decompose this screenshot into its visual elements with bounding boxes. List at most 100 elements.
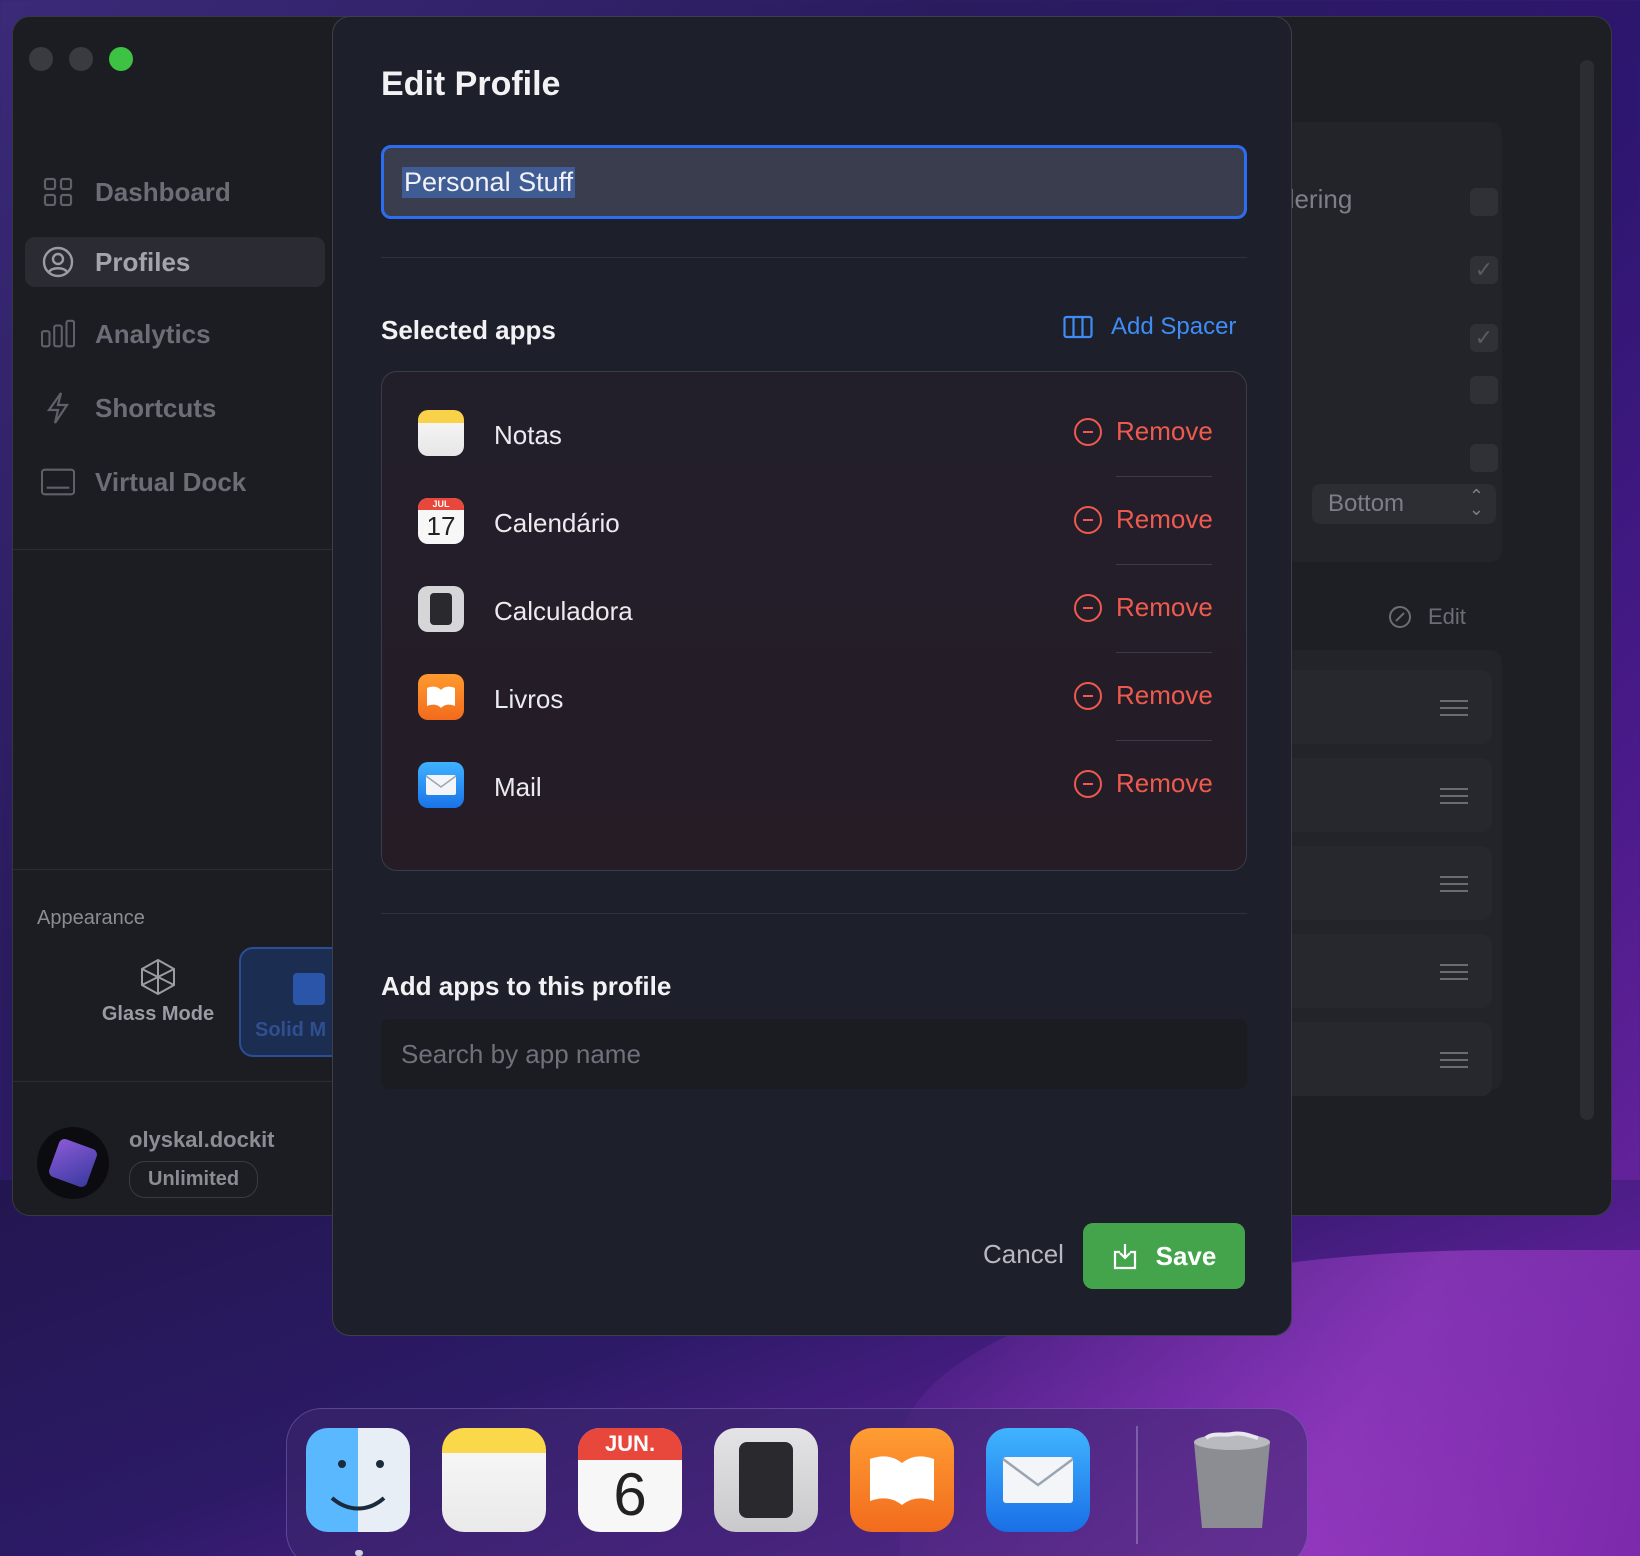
finder-icon[interactable] — [306, 1428, 410, 1532]
close-window-button[interactable] — [29, 47, 53, 71]
list-item: Notas Remove — [382, 390, 1248, 478]
grid-icon — [41, 175, 75, 209]
username: olyskal.dockit — [129, 1127, 275, 1152]
row-divider — [1116, 564, 1212, 565]
row-divider — [1116, 652, 1212, 653]
sidebar-item-virtual-dock[interactable]: Virtual Dock — [25, 457, 325, 507]
bolt-icon — [41, 391, 75, 425]
checkbox[interactable] — [1470, 376, 1498, 404]
sidebar-item-profiles[interactable]: Profiles — [25, 237, 325, 287]
edit-list-button[interactable]: Edit — [1389, 604, 1466, 630]
list-item: JUL 17 Calendário Remove — [382, 478, 1248, 566]
checkbox[interactable]: ✓ — [1470, 324, 1498, 352]
calculator-icon — [418, 586, 464, 632]
save-button[interactable]: Save — [1083, 1223, 1245, 1289]
remove-label: Remove — [1116, 416, 1213, 446]
sidebar-item-shortcuts[interactable]: Shortcuts — [25, 383, 325, 433]
calendar-month: JUN. — [578, 1428, 682, 1460]
drag-handle-icon[interactable] — [1440, 964, 1468, 985]
drag-handle-icon[interactable] — [1440, 1052, 1468, 1073]
minus-circle-icon — [1074, 769, 1102, 798]
add-spacer-label: Add Spacer — [1111, 313, 1237, 340]
books-icon — [418, 674, 464, 720]
checkbox[interactable] — [1470, 188, 1498, 216]
remove-label: Remove — [1116, 592, 1213, 622]
checkmark-icon: ✓ — [1474, 257, 1494, 282]
square-icon — [293, 973, 325, 1005]
calendar-month: JUL — [418, 498, 464, 510]
minus-circle-icon — [1074, 593, 1102, 622]
divider — [381, 913, 1247, 914]
remove-label: Remove — [1116, 504, 1213, 534]
glass-mode-option[interactable]: Glass Mode — [83, 957, 233, 1026]
app-name: Calendário — [494, 508, 620, 538]
drag-handle-icon[interactable] — [1440, 788, 1468, 809]
sidebar: Dashboard Profiles Analytics Shortcuts V… — [13, 17, 359, 1215]
dock-position-select[interactable]: Bottom ⌃ ⌄ — [1312, 484, 1496, 524]
edit-profile-dialog: Edit Profile Personal Stuff Selected app… — [332, 16, 1292, 1336]
sidebar-item-label: Analytics — [95, 318, 211, 349]
books-icon[interactable] — [850, 1428, 954, 1532]
download-tray-icon — [1113, 1244, 1136, 1270]
row-divider — [1116, 740, 1212, 741]
app-name: Notas — [494, 420, 562, 450]
remove-label: Remove — [1116, 680, 1213, 710]
sidebar-item-label: Profiles — [95, 246, 191, 277]
checkmark-icon: ✓ — [1474, 325, 1494, 350]
calendar-icon: JUL 17 — [418, 498, 464, 544]
chevron-updown-icon: ⌃ ⌄ — [1468, 486, 1484, 519]
sidebar-item-label: Shortcuts — [95, 392, 217, 423]
app-name: Calculadora — [494, 596, 633, 626]
checkbox[interactable]: ✓ — [1470, 256, 1498, 284]
minimize-window-button[interactable] — [69, 47, 93, 71]
checkbox[interactable] — [1470, 444, 1498, 472]
dock-icon — [41, 465, 75, 499]
drag-handle-icon[interactable] — [1440, 876, 1468, 897]
notes-icon — [418, 410, 464, 456]
sidebar-item-dashboard[interactable]: Dashboard — [25, 167, 325, 217]
profile-name-value: Personal Stuff — [402, 166, 576, 198]
remove-button[interactable]: Remove — [1074, 416, 1213, 447]
mail-icon — [418, 762, 464, 808]
divider — [381, 257, 1247, 258]
glass-mode-label: Glass Mode — [101, 1003, 215, 1025]
remove-button[interactable]: Remove — [1074, 504, 1213, 535]
dock-separator — [1136, 1426, 1138, 1544]
trash-icon[interactable] — [1180, 1428, 1284, 1532]
remove-button[interactable]: Remove — [1074, 768, 1213, 799]
app-search-input[interactable] — [381, 1019, 1247, 1089]
list-item: Calculadora Remove — [382, 566, 1248, 654]
edit-label: Edit — [1428, 604, 1466, 629]
add-apps-title: Add apps to this profile — [381, 971, 672, 1001]
calendar-icon[interactable]: JUN. 6 — [578, 1428, 682, 1532]
list-item: Livros Remove — [382, 654, 1248, 742]
zoom-window-button[interactable] — [109, 47, 133, 71]
calendar-day: 17 — [426, 511, 456, 541]
plan-badge: Unlimited — [129, 1161, 259, 1198]
calculator-icon[interactable] — [714, 1428, 818, 1532]
add-spacer-button[interactable]: Add Spacer — [1063, 313, 1236, 341]
drag-handle-icon[interactable] — [1440, 700, 1468, 721]
mail-icon[interactable] — [986, 1428, 1090, 1532]
profile-name-input[interactable]: Personal Stuff — [381, 145, 1247, 219]
dialog-title: Edit Profile — [381, 65, 561, 103]
list-item: Mail Remove — [382, 742, 1248, 830]
avatar[interactable] — [37, 1127, 109, 1199]
sidebar-item-analytics[interactable]: Analytics — [25, 309, 325, 359]
sidebar-item-label: Dashboard — [95, 176, 231, 207]
dock-position-value: Bottom — [1328, 490, 1405, 517]
minus-circle-icon — [1074, 681, 1102, 710]
selected-apps-title: Selected apps — [381, 315, 556, 345]
app-name: Mail — [494, 772, 542, 802]
selected-apps-list: Notas Remove JUL 17 Calendário Remove Ca… — [381, 371, 1247, 871]
columns-icon — [1063, 315, 1093, 339]
cube-icon — [83, 957, 233, 1003]
row-divider — [1116, 476, 1212, 477]
running-indicator — [355, 1550, 363, 1556]
calendar-day: 6 — [613, 1461, 647, 1528]
remove-button[interactable]: Remove — [1074, 592, 1213, 623]
scrollbar[interactable] — [1580, 60, 1594, 1120]
remove-button[interactable]: Remove — [1074, 680, 1213, 711]
cancel-button[interactable]: Cancel — [983, 1239, 1064, 1270]
notes-icon[interactable] — [442, 1428, 546, 1532]
